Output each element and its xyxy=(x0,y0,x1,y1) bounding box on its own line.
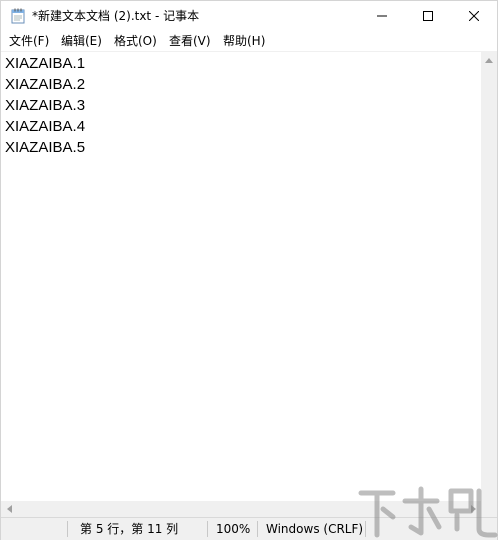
menu-edit[interactable]: 编辑(E) xyxy=(61,34,102,49)
maximize-button[interactable] xyxy=(405,1,451,31)
menu-help[interactable]: 帮助(H) xyxy=(223,34,265,49)
editor-line: XIAZAIBA.5 xyxy=(5,139,86,156)
chevron-up-icon xyxy=(485,57,493,63)
menu-file[interactable]: 文件(F) xyxy=(9,34,49,49)
zoom-level: 100% xyxy=(216,522,251,536)
notepad-window: *新建文本文档 (2).txt - 记事本 文件(F) 编辑(E) 格式(O) … xyxy=(0,0,498,540)
menu-bar: 文件(F) 编辑(E) 格式(O) 查看(V) 帮助(H) xyxy=(1,31,497,51)
status-divider xyxy=(207,521,208,537)
editor-line: XIAZAIBA.3 xyxy=(5,97,86,114)
menu-format[interactable]: 格式(O) xyxy=(114,34,157,49)
editor-line: XIAZAIBA.4 xyxy=(5,118,86,135)
editor-line: XIAZAIBA.1 xyxy=(5,55,86,72)
scroll-up-button[interactable] xyxy=(481,52,497,68)
scroll-left-button[interactable] xyxy=(1,501,17,517)
close-button[interactable] xyxy=(451,1,497,31)
minimize-icon xyxy=(377,15,387,17)
editor-line: XIAZAIBA.2 xyxy=(5,76,86,93)
window-title: *新建文本文档 (2).txt - 记事本 xyxy=(32,9,200,23)
close-icon xyxy=(469,11,479,21)
status-divider xyxy=(67,521,68,537)
vertical-scrollbar[interactable] xyxy=(481,52,497,517)
watermark-logo-icon xyxy=(358,486,498,538)
notepad-icon xyxy=(11,8,25,24)
text-editor[interactable]: XIAZAIBA.1 XIAZAIBA.2 XIAZAIBA.3 XIAZAIB… xyxy=(1,52,481,517)
status-divider xyxy=(257,521,258,537)
menu-view[interactable]: 查看(V) xyxy=(169,34,211,49)
chevron-left-icon xyxy=(6,505,12,513)
title-bar[interactable]: *新建文本文档 (2).txt - 记事本 xyxy=(1,1,497,31)
minimize-button[interactable] xyxy=(359,1,405,31)
maximize-icon xyxy=(423,11,433,21)
cursor-position: 第 5 行，第 11 列 xyxy=(80,522,179,536)
line-ending: Windows (CRLF) xyxy=(266,522,364,536)
